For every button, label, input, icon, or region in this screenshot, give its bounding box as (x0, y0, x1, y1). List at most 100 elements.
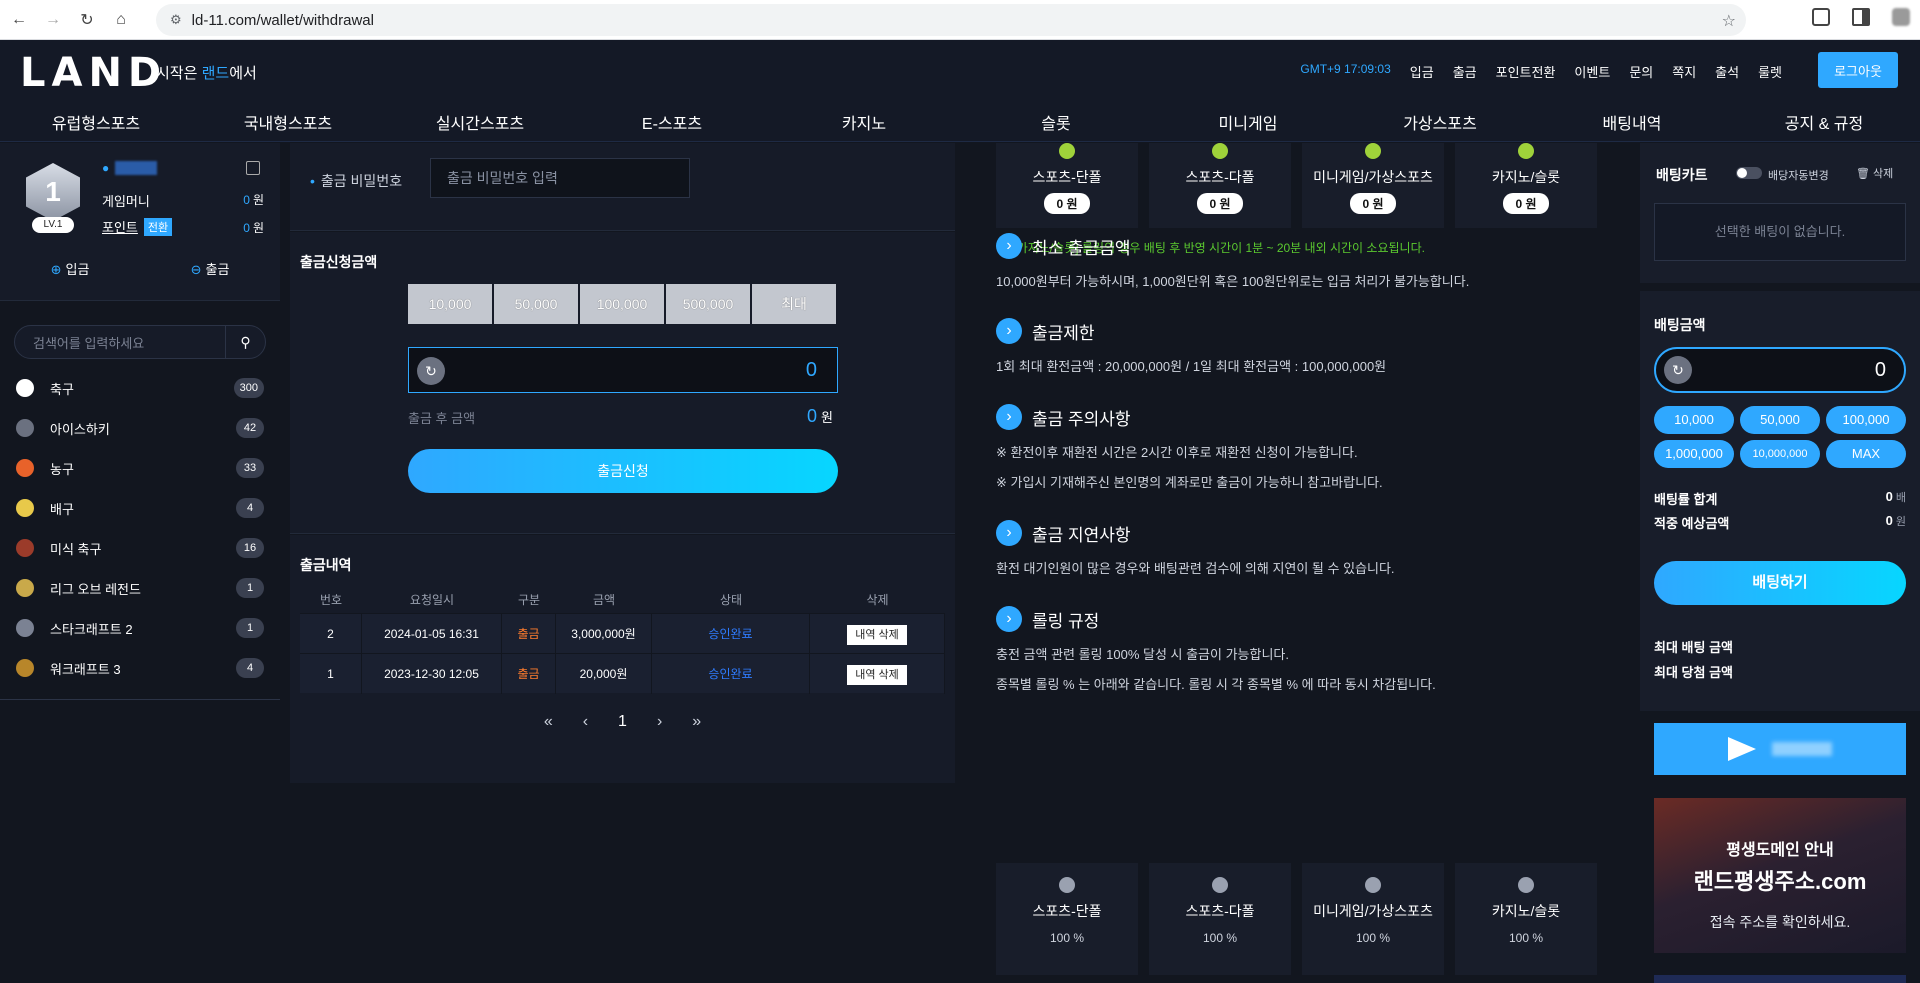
withdraw-amount-input[interactable]: ↻ 0 (408, 347, 838, 393)
delete-history-button[interactable]: 내역 삭제 (847, 664, 907, 685)
quick-amount-100000[interactable]: 100,000 (580, 284, 664, 324)
volleyball-icon (16, 499, 34, 517)
nav-virtual-sports[interactable]: 가상스포츠 (1344, 108, 1536, 142)
profile-avatar[interactable] (1892, 8, 1910, 26)
delete-history-button[interactable]: 내역 삭제 (847, 624, 907, 645)
quick-amount-50000[interactable]: 50,000 (494, 284, 578, 324)
telegram-button[interactable] (1654, 723, 1906, 775)
last-page-icon[interactable]: » (692, 713, 701, 731)
point-convert-button[interactable]: 전환 (143, 217, 173, 236)
site-info-icon[interactable]: ⚙ (170, 12, 182, 28)
sport-item-lol[interactable]: 리그 오브 레전드 1 (0, 568, 280, 608)
sport-item-warcraft3[interactable]: 워크래프트 34 (0, 648, 280, 688)
bet-amount-input[interactable]: ↻ 0 (1654, 347, 1906, 393)
chip-10000000[interactable]: 10,000,000 (1740, 440, 1820, 468)
section-title-rolling: › 롤링 규정 (996, 606, 1099, 632)
chess-icon (1365, 143, 1381, 159)
sport-item-volleyball[interactable]: 배구 4 (0, 488, 280, 528)
empty-cart-message: 선택한 배팅이 없습니다. (1654, 203, 1906, 261)
withdraw-panel: • 출금 비밀번호 출금 비밀번호 입력 출금신청금액 10,000 50,000… (290, 143, 955, 983)
point-row: 포인트 전환 (102, 217, 173, 236)
point-label[interactable]: 포인트 (102, 217, 138, 236)
nav-bet-history[interactable]: 배팅내역 (1536, 108, 1728, 142)
rolling-card-casino: 카지노/슬롯 0 원 (1455, 143, 1597, 228)
nav-live-sports[interactable]: 실시간스포츠 (384, 108, 576, 142)
chip-50000[interactable]: 50,000 (1740, 406, 1820, 434)
cards-icon (1518, 877, 1534, 893)
bet-amount-value: 0 (1874, 359, 1886, 381)
game-money-label: 게임머니 (102, 194, 150, 209)
top-link-message[interactable]: 쪽지 (1672, 62, 1696, 81)
section-text: ※ 가입시 기재해주신 본인명의 계좌로만 출금이 가능하니 참고바랍니다. (996, 475, 1383, 490)
auto-odds-toggle[interactable] (1736, 167, 1762, 179)
deposit-button[interactable]: ⊕ 입금 (0, 259, 140, 278)
left-sidebar: 1 LV.1 ● 게임머니 0원 포인트 전환 0원 ⊕ 입금 ⊖ 출금 검색어를 … (0, 143, 280, 983)
prev-page-icon[interactable]: ‹ (583, 713, 588, 731)
quick-amount-500000[interactable]: 500,000 (666, 284, 750, 324)
address-bar[interactable]: ⚙ ld-11.com/wallet/withdrawal ☆ (156, 4, 1746, 36)
logout-icon[interactable] (246, 161, 260, 175)
logout-button[interactable]: 로그아웃 (1818, 52, 1898, 88)
back-icon[interactable]: ← (4, 5, 34, 35)
sport-item-soccer[interactable]: 축구 300 (0, 368, 280, 408)
chip-max[interactable]: MAX (1826, 440, 1906, 468)
top-link-attendance[interactable]: 출석 (1715, 62, 1739, 81)
page-number[interactable]: 1 (618, 713, 627, 731)
home-icon[interactable]: ⌂ (106, 5, 136, 35)
sport-count: 1 (236, 578, 264, 598)
withdraw-password-input[interactable]: 출금 비밀번호 입력 (430, 158, 690, 198)
sport-item-basketball[interactable]: 농구 33 (0, 448, 280, 488)
reload-icon[interactable]: ↻ (72, 5, 102, 35)
secondary-banner[interactable] (1654, 975, 1906, 983)
browser-toolbar: ← → ↻ ⌂ ⚙ ld-11.com/wallet/withdrawal ☆ (0, 0, 1920, 40)
nav-euro-sports[interactable]: 유럽형스포츠 (0, 108, 192, 142)
nav-slot[interactable]: 슬롯 (960, 108, 1152, 142)
amount-section: 출금신청금액 10,000 50,000 100,000 500,000 최대 … (290, 232, 955, 534)
trash-icon: 🗑 (1856, 168, 1870, 180)
sport-count: 42 (236, 418, 264, 438)
nav-minigame[interactable]: 미니게임 (1152, 108, 1344, 142)
site-logo[interactable]: LAND (20, 50, 167, 96)
reset-icon[interactable]: ↻ (417, 357, 445, 385)
table-row: 2 2024-01-05 16:31 출금 3,000,000원 승인완료 내역… (300, 613, 945, 654)
search-box: 검색어를 입력하세요 ⚲ (14, 325, 266, 359)
top-link-event[interactable]: 이벤트 (1574, 62, 1610, 81)
quick-amount-max[interactable]: 최대 (752, 284, 836, 324)
first-page-icon[interactable]: « (544, 713, 553, 731)
top-link-point-convert[interactable]: 포인트전환 (1496, 62, 1556, 81)
sport-item-starcraft2[interactable]: 스타크래프트 21 (0, 608, 280, 648)
domain-banner[interactable]: 평생도메인 안내 랜드평생주소.com 접속 주소를 확인하세요. (1654, 798, 1906, 953)
next-page-icon[interactable]: › (657, 713, 662, 731)
sport-item-icehockey[interactable]: 아이스하키 42 (0, 408, 280, 448)
sport-item-american-football[interactable]: 미식 축구 16 (0, 528, 280, 568)
place-bet-button[interactable]: 배팅하기 (1654, 561, 1906, 605)
nav-notice-rules[interactable]: 공지 & 규정 (1728, 108, 1920, 142)
search-input[interactable]: 검색어를 입력하세요 (15, 333, 225, 352)
withdraw-submit-button[interactable]: 출금신청 (408, 449, 838, 493)
section-text: 환전 대기인원이 많은 경우와 배팅관련 검수에 의해 지연이 될 수 있습니다… (996, 561, 1395, 576)
reset-icon[interactable]: ↻ (1664, 356, 1692, 384)
bet-amount-section: 배팅금액 ↻ 0 10,000 50,000 100,000 1,000,000… (1640, 291, 1920, 711)
top-link-withdraw[interactable]: 출금 (1453, 62, 1477, 81)
quick-amount-buttons: 10,000 50,000 100,000 500,000 최대 (408, 284, 836, 324)
password-label: • 출금 비밀번호 (310, 173, 403, 189)
withdraw-button[interactable]: ⊖ 출금 (140, 259, 280, 278)
top-link-deposit[interactable]: 입금 (1410, 62, 1434, 81)
nav-casino[interactable]: 카지노 (768, 108, 960, 142)
chip-100000[interactable]: 100,000 (1826, 406, 1906, 434)
nav-esports[interactable]: E-스포츠 (576, 108, 768, 142)
extensions-icon[interactable] (1812, 8, 1830, 26)
quick-amount-10000[interactable]: 10,000 (408, 284, 492, 324)
top-link-inquiry[interactable]: 문의 (1629, 62, 1653, 81)
side-panel-icon[interactable] (1852, 8, 1870, 26)
bookmark-star-icon[interactable]: ☆ (1722, 11, 1736, 31)
expected-win-row: 적중 예상금액 0 원 (1654, 513, 1906, 531)
delete-all-button[interactable]: 🗑 삭제 (1856, 165, 1893, 181)
starcraft-icon (16, 619, 34, 637)
top-link-roulette[interactable]: 룰렛 (1758, 62, 1782, 81)
search-icon[interactable]: ⚲ (225, 325, 265, 359)
nav-domestic-sports[interactable]: 국내형스포츠 (192, 108, 384, 142)
chip-1000000[interactable]: 1,000,000 (1654, 440, 1734, 468)
forward-icon[interactable]: → (38, 5, 68, 35)
chip-10000[interactable]: 10,000 (1654, 406, 1734, 434)
